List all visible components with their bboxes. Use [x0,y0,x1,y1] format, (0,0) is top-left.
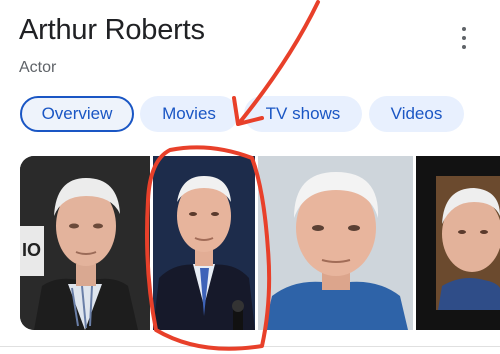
tab-overview[interactable]: Overview [20,96,134,132]
more-vert-icon[interactable] [456,27,472,49]
photo-1[interactable]: IO [20,156,150,330]
photo-2[interactable] [153,156,255,330]
tab-tv-shows[interactable]: TV shows [244,96,362,132]
photo-3[interactable] [258,156,413,330]
divider [0,346,500,347]
photo-4[interactable] [416,156,500,330]
tab-bar: Overview Movies TV shows Videos [0,96,500,136]
tab-videos[interactable]: Videos [369,96,464,132]
svg-text:IO: IO [22,240,41,260]
entity-title: Arthur Roberts [19,14,205,46]
image-carousel: IO [0,156,500,332]
entity-subtitle: Actor [19,59,57,76]
tab-movies[interactable]: Movies [140,96,238,132]
